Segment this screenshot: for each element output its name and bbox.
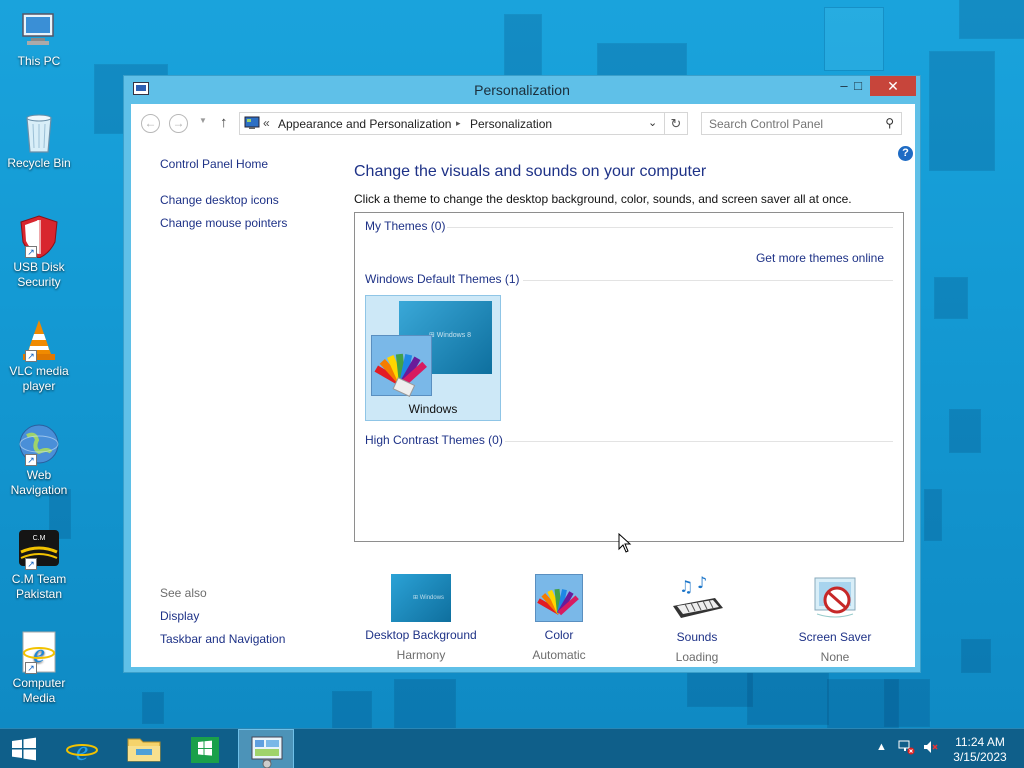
vlc-cone-icon: ↗ (17, 318, 61, 362)
color-link[interactable]: Color (489, 628, 629, 642)
page-description: Click a theme to change the desktop back… (354, 192, 852, 206)
desktop-icon-usb-disk-security[interactable]: ↗ USB Disk Security (4, 214, 74, 290)
screen-saver-link[interactable]: Screen Saver (765, 630, 905, 644)
svg-text:♫: ♫ (679, 577, 693, 596)
cm-team-icon: C.M ↗ (17, 526, 61, 570)
refresh-icon: ↻ (670, 116, 682, 131)
help-icon[interactable]: ? (898, 146, 913, 161)
address-dropdown-icon[interactable]: ⌄ (648, 116, 657, 129)
back-button[interactable]: ← (141, 114, 160, 133)
window-content: ← → ▼ ↑ « Appearance and Personalization… (131, 104, 915, 667)
address-bar[interactable]: « Appearance and Personalization ▸ Perso… (239, 112, 665, 135)
taskbar-control-panel[interactable] (238, 729, 294, 768)
breadcrumb-separator-icon[interactable]: ▸ (456, 118, 461, 129)
screen-saver-icon (805, 574, 865, 624)
page-title: Change the visuals and sounds on your co… (354, 163, 707, 180)
theme-name: Windows (408, 402, 458, 416)
internet-explorer-icon: e (66, 736, 98, 767)
sounds-link[interactable]: Sounds (627, 630, 767, 644)
taskbar-clock[interactable]: 11:24 AM 3/15/2023 (944, 735, 1016, 765)
sounds-keyboard-icon: ♫ ♪ (667, 573, 727, 624)
breadcrumb-chevrons[interactable]: « (263, 116, 270, 130)
sounds-value: Loading (675, 650, 719, 664)
navigation-bar: ← → ▼ ↑ « Appearance and Personalization… (131, 104, 915, 142)
default-themes-group-header[interactable]: Windows Default Themes (1) (365, 272, 520, 286)
title-bar[interactable]: Personalization – □ ✕ (124, 76, 920, 104)
close-button[interactable]: ✕ (870, 76, 916, 96)
start-icon (12, 737, 36, 761)
get-more-themes-link[interactable]: Get more themes online (756, 251, 884, 265)
forward-arrow-icon: → (172, 116, 185, 130)
control-panel-location-icon (244, 116, 260, 133)
forward-button[interactable]: → (169, 114, 188, 133)
desktop-background-link[interactable]: Desktop Background (351, 628, 491, 642)
desktop-icon-cm-team[interactable]: C.M ↗ C.M Team Pakistan (4, 526, 74, 602)
breadcrumb-personalization[interactable]: Personalization (470, 117, 552, 131)
desktop-icon-vlc[interactable]: ↗ VLC media player (4, 318, 74, 394)
taskbar-file-explorer[interactable] (116, 729, 172, 768)
recycle-bin-icon (17, 110, 61, 154)
screen-saver-value: None (820, 650, 850, 664)
personalization-window: Personalization – □ ✕ ← → ▼ ↑ « Appearan… (123, 75, 921, 673)
see-also-heading: See also (160, 586, 207, 600)
sounds-item[interactable]: ♫ ♪ Sounds Loading (627, 573, 767, 664)
show-hidden-icons-chevron[interactable]: ▲ (876, 741, 887, 753)
mouse-cursor-icon (618, 532, 632, 556)
group-divider (505, 441, 893, 442)
breadcrumb-appearance[interactable]: Appearance and Personalization (278, 117, 451, 131)
volume-muted-icon[interactable] (922, 739, 940, 758)
shield-icon: ↗ (17, 214, 61, 259)
taskbar-navigation-link[interactable]: Taskbar and Navigation (160, 632, 285, 646)
up-button[interactable]: ↑ (220, 114, 228, 131)
store-icon (191, 737, 219, 763)
color-value: Automatic (532, 648, 586, 662)
taskbar: e ▲ 11:24 AM 3/15/2023 (0, 728, 1024, 768)
svg-text:♪: ♪ (697, 574, 707, 592)
themes-list[interactable]: My Themes (0) Get more themes online Win… (354, 212, 904, 542)
color-fan-icon (535, 574, 583, 622)
change-mouse-pointers-link[interactable]: Change mouse pointers (160, 216, 287, 230)
control-panel-icon (251, 736, 283, 768)
theme-windows[interactable]: ⊞ Windows 8 Windows (365, 295, 501, 421)
search-input[interactable] (702, 113, 872, 134)
search-box[interactable]: ⚲ (701, 112, 902, 135)
my-themes-group-header[interactable]: My Themes (0) (365, 219, 445, 233)
change-desktop-icons-link[interactable]: Change desktop icons (160, 193, 279, 207)
start-button[interactable] (0, 729, 48, 768)
window-title: Personalization (474, 82, 570, 98)
desktop-background-item[interactable]: ⊞ Windows Desktop Background Harmony (351, 574, 491, 662)
desktop-icon-computer-media[interactable]: e ↗ Computer Media (4, 630, 74, 706)
desktop-icon-recycle-bin[interactable]: Recycle Bin (4, 110, 74, 171)
desktop-icon-this-pc[interactable]: This PC (4, 8, 74, 69)
svg-text:C.M: C.M (33, 535, 46, 542)
group-divider (447, 227, 893, 228)
globe-icon: ↗ (17, 422, 61, 466)
taskbar-store[interactable] (177, 729, 233, 768)
svg-text:e: e (76, 736, 88, 767)
refresh-button[interactable]: ↻ (665, 112, 688, 135)
back-arrow-icon: ← (144, 116, 157, 130)
clock-date: 3/15/2023 (953, 750, 1007, 764)
internet-explorer-icon: e ↗ (17, 630, 61, 674)
display-link[interactable]: Display (160, 609, 199, 623)
taskbar-internet-explorer[interactable]: e (54, 729, 110, 768)
search-icon[interactable]: ⚲ (885, 116, 894, 130)
desktop-background-value: Harmony (396, 648, 446, 662)
clock-time: 11:24 AM (955, 735, 1005, 749)
maximize-button[interactable]: □ (844, 76, 872, 96)
network-icon[interactable] (898, 739, 916, 758)
recent-locations-dropdown[interactable]: ▼ (199, 116, 207, 125)
up-arrow-icon: ↑ (220, 114, 228, 131)
computer-icon (17, 8, 61, 52)
theme-color-preview (371, 335, 432, 397)
group-divider (523, 280, 893, 281)
desktop-icon-web-navigation[interactable]: ↗ Web Navigation (4, 422, 74, 498)
control-panel-home-link[interactable]: Control Panel Home (160, 157, 268, 171)
color-item[interactable]: Color Automatic (489, 574, 629, 662)
screen-saver-item[interactable]: Screen Saver None (765, 574, 905, 664)
file-explorer-icon (127, 738, 161, 762)
desktop-background-icon: ⊞ Windows (391, 574, 451, 622)
high-contrast-group-header[interactable]: High Contrast Themes (0) (365, 433, 503, 447)
